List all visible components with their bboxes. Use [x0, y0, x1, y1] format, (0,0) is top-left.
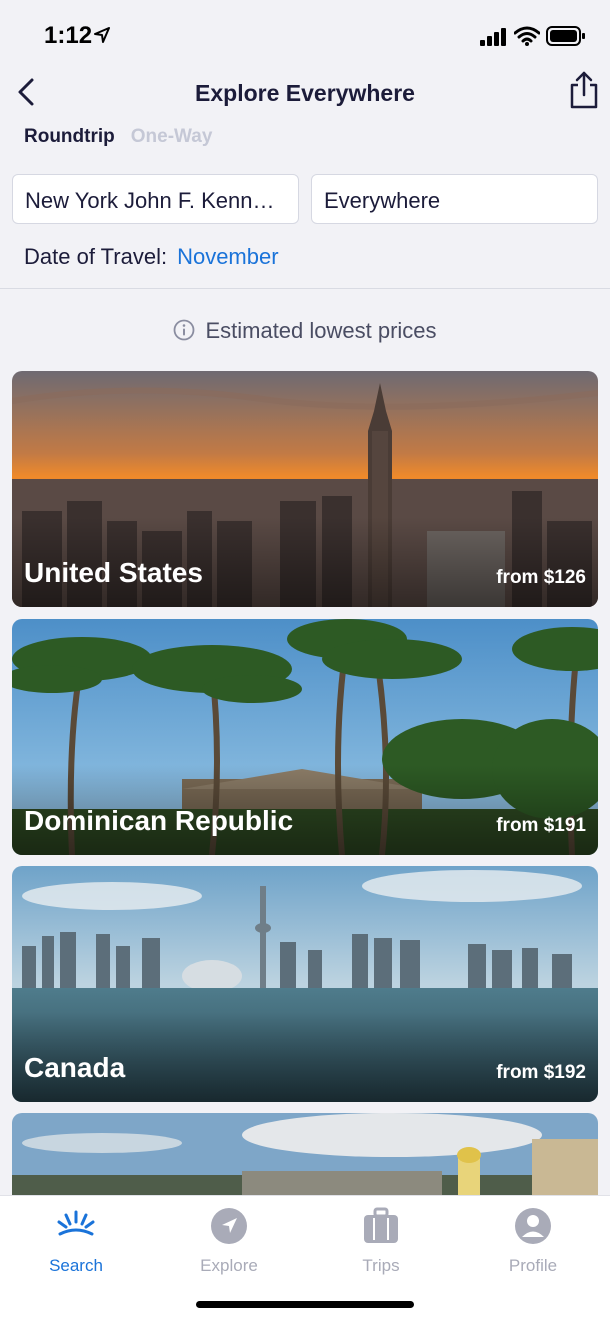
- compass-icon: [211, 1208, 247, 1244]
- destination-name: United States: [24, 557, 203, 588]
- date-of-travel-row: Date of Travel: November: [24, 244, 279, 270]
- estimate-note: Estimated lowest prices: [0, 318, 610, 344]
- info-icon[interactable]: [173, 319, 195, 341]
- tab-explore[interactable]: Explore: [169, 1206, 289, 1276]
- tab-label: Profile: [508, 1256, 558, 1275]
- roundtrip-option[interactable]: Roundtrip: [24, 126, 115, 148]
- destination-name: Canada: [24, 1052, 126, 1083]
- person-icon: [515, 1208, 551, 1244]
- tab-label: Trips: [362, 1256, 400, 1275]
- tab-profile[interactable]: Profile: [473, 1206, 593, 1276]
- date-label: Date of Travel:: [24, 244, 168, 269]
- destination-name: Dominican Republic: [24, 805, 294, 836]
- date-value-link[interactable]: November: [177, 244, 278, 269]
- share-button[interactable]: [566, 70, 602, 110]
- origin-field[interactable]: New York John F. Kennedy: [12, 174, 299, 224]
- destination-price: from $126: [496, 567, 586, 588]
- battery-icon: [546, 26, 585, 46]
- destination-card-partial[interactable]: [12, 1113, 598, 1195]
- tab-search[interactable]: Search: [16, 1206, 136, 1276]
- sunrise-icon: [57, 1210, 95, 1236]
- location-arrow-icon: [94, 27, 110, 43]
- tab-label: Search: [49, 1256, 103, 1275]
- status-time: 1:12: [44, 22, 93, 49]
- destination-card-united-states[interactable]: United States from $126: [12, 371, 598, 607]
- estimate-note-text: Estimated lowest prices: [205, 318, 437, 343]
- destination-price: from $191: [496, 815, 586, 836]
- destination-card-canada[interactable]: Canada from $192: [12, 866, 598, 1102]
- suitcase-icon: [364, 1207, 398, 1243]
- home-indicator: [196, 1301, 414, 1308]
- divider: [0, 288, 610, 289]
- destination-field[interactable]: Everywhere: [311, 174, 598, 224]
- destination-card-dominican-republic[interactable]: Dominican Republic from $191: [12, 619, 598, 855]
- status-bar: 1:12: [0, 0, 610, 64]
- wifi-icon: [514, 26, 540, 46]
- one-way-option[interactable]: One-Way: [131, 126, 213, 148]
- destination-price: from $192: [496, 1062, 586, 1083]
- tab-trips[interactable]: Trips: [321, 1206, 441, 1276]
- trip-type-selector: Roundtrip One-Way: [24, 126, 212, 148]
- tab-label: Explore: [200, 1256, 258, 1275]
- page-title: Explore Everywhere: [195, 80, 415, 106]
- partial-destination-photo: [12, 1113, 598, 1195]
- cellular-signal-icon: [480, 28, 506, 46]
